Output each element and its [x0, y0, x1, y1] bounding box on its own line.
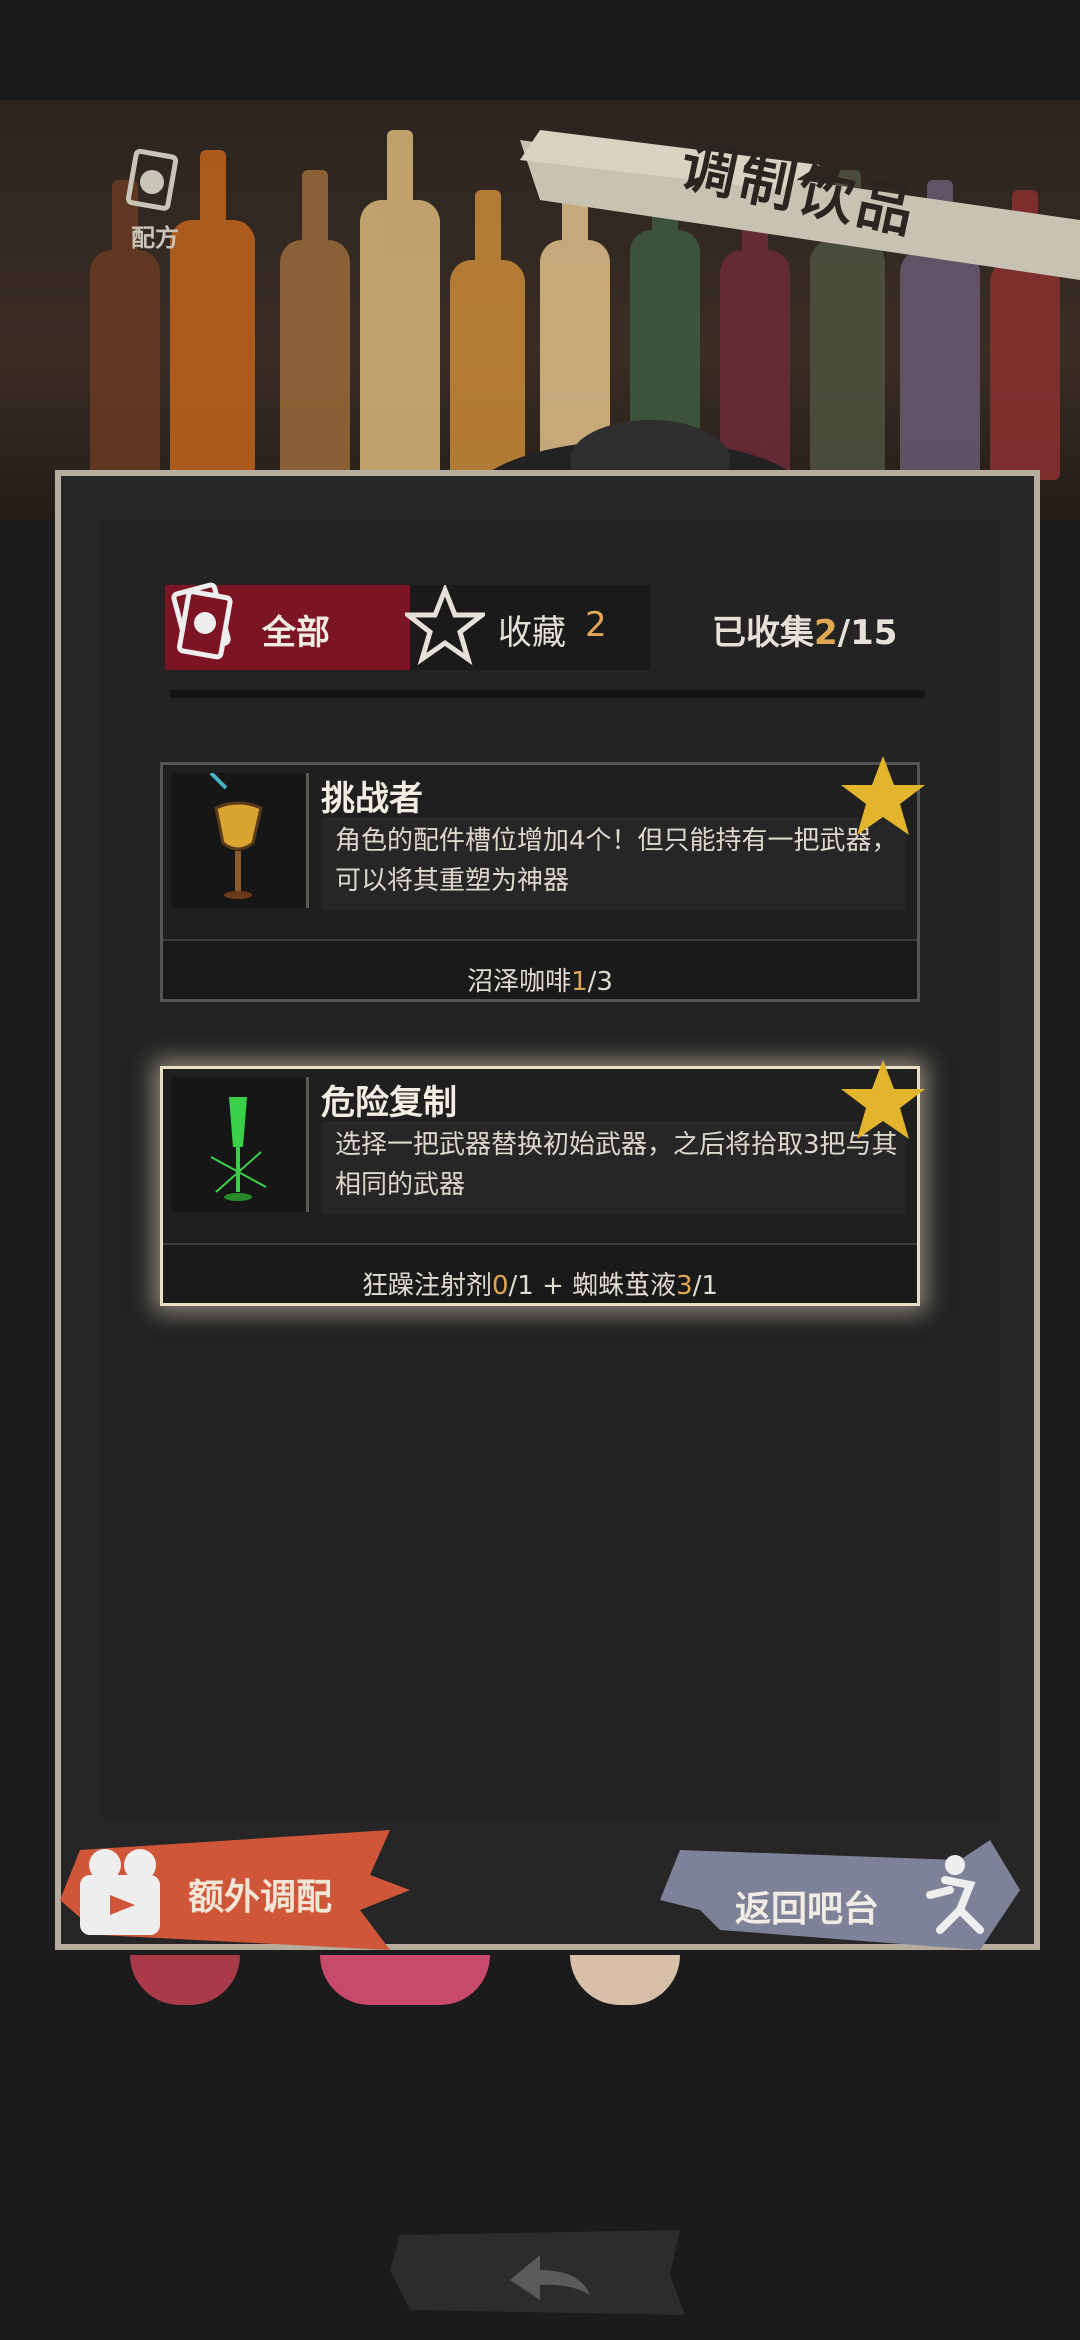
- recipe-have-count: 3: [676, 1271, 693, 1301]
- drink-recipe: 狂躁注射剂0/1 + 蜘蛛茧液3/1: [163, 1265, 917, 1302]
- golden-goblet-icon: [209, 771, 263, 899]
- collected-counter: 已收集2/15: [712, 605, 897, 654]
- camera-icon: [80, 1849, 160, 1935]
- recipe-button[interactable]: 配方: [100, 148, 210, 258]
- drink-description: 角色的配件槽位增加4个！但只能持有一把武器，可以将其重塑为神器: [335, 826, 898, 896]
- tab-favorites-label: 收藏: [498, 613, 566, 653]
- green-flute-icon: [210, 1097, 267, 1201]
- collected-count: 2: [814, 613, 838, 653]
- extra-mix-label: 额外调配: [188, 1877, 333, 1918]
- star-filled-icon[interactable]: [839, 753, 927, 841]
- back-button[interactable]: [390, 2225, 690, 2320]
- recipe-ingredient: 沼泽咖啡: [467, 967, 572, 997]
- recipe-ingredient: /1 + 蜘蛛茧液: [508, 1271, 677, 1301]
- drink-dish: [320, 1955, 490, 2005]
- recipe-have-count: 1: [571, 967, 588, 997]
- recipe-label: 配方: [131, 224, 179, 252]
- recipe-ingredient: 狂躁注射剂: [361, 1271, 492, 1301]
- drink-card[interactable]: 挑战者 角色的配件槽位增加4个！但只能持有一把武器，可以将其重塑为神器 沼泽咖啡…: [160, 756, 925, 1002]
- drink-image: [171, 771, 309, 908]
- drink-card-selected[interactable]: 危险复制 选择一把武器替换初始武器，之后将拾取3把与其相同的武器 狂躁注射剂0/…: [160, 1060, 925, 1306]
- drink-image: [171, 1077, 309, 1212]
- drink-recipe: 沼泽咖啡1/3: [163, 961, 917, 998]
- mix-drink-screen: 配方 调制饮品 全部 收藏 2 已收集2/15 挑战者 角色的配件槽位增加4个！…: [0, 0, 1080, 2340]
- recipe-have-count: 0: [491, 1271, 509, 1301]
- cards-icon: [171, 582, 233, 660]
- recipe-card-icon: [125, 148, 179, 211]
- tab-divider: [170, 690, 925, 698]
- favorites-count: 2: [585, 605, 607, 645]
- drink-name: 挑战者: [321, 779, 423, 819]
- tab-all-label: 全部: [262, 613, 330, 653]
- recipe-need-count: /3: [587, 967, 613, 997]
- status-bar: [0, 0, 1080, 100]
- drink-description: 选择一把武器替换初始武器，之后将拾取3把与其相同的武器: [335, 1130, 898, 1200]
- collected-total: /15: [837, 613, 898, 653]
- star-outline-icon: [405, 585, 485, 665]
- back-to-bar-label: 返回吧台: [735, 1889, 880, 1930]
- recipe-need-count: /1: [692, 1271, 719, 1301]
- star-filled-icon[interactable]: [839, 1057, 927, 1145]
- drink-name: 危险复制: [321, 1083, 457, 1123]
- collected-prefix: 已收集: [712, 613, 814, 653]
